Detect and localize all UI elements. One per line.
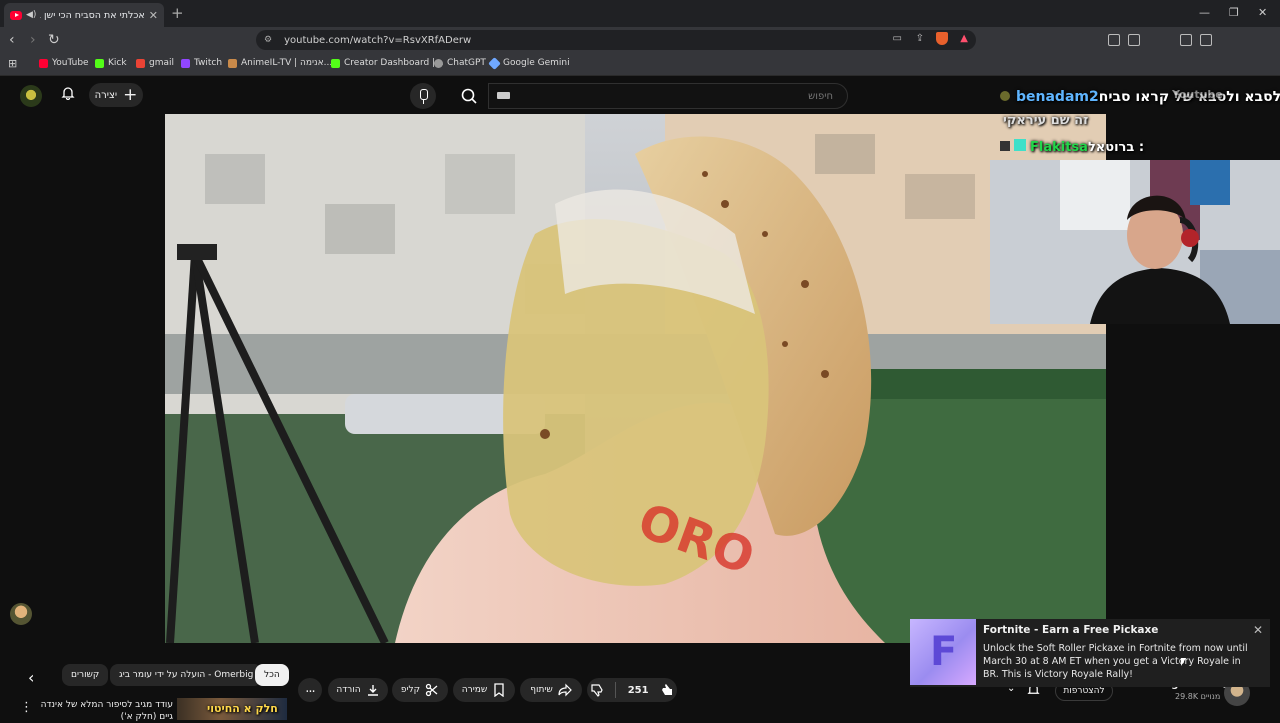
subscriber-count: 29.8K מנויים — [1175, 692, 1221, 701]
bookmark-gmail[interactable]: gmail — [136, 58, 174, 68]
video-player[interactable]: ORO — [165, 114, 1106, 643]
chat-user-avatar-icon — [1000, 91, 1010, 101]
chat-message: Flakitsaברוטאל : — [1000, 139, 1144, 155]
chat-text: ברוטאל : — [1087, 140, 1145, 155]
save-label: שמירה — [461, 685, 488, 695]
mouse-cursor-icon — [1181, 658, 1186, 666]
bookmarks-bar: ⊞ YouTube Kick gmail Twitch AnimeIL-TV |… — [0, 53, 1280, 76]
save-button[interactable]: שמירה — [453, 678, 515, 702]
chip-all[interactable]: הכל — [255, 664, 289, 686]
scissors-icon — [425, 683, 438, 697]
bookmark-creator-dashboard[interactable]: Creator Dashboard |... — [331, 58, 444, 68]
share-icon — [558, 683, 572, 697]
restore-icon[interactable]: ❐ — [1229, 6, 1239, 19]
recommendation-menu-icon[interactable]: ⋮ — [20, 700, 33, 715]
chat-username: benadam2 — [1016, 89, 1099, 105]
chat-badge-icon — [1014, 139, 1026, 151]
king-avatar-icon — [10, 603, 32, 625]
browser-tab[interactable]: ◀) אכלתי את הסביח הכי ישן ביוט ✕ — [4, 3, 164, 27]
share-page-icon[interactable]: ⇪ — [916, 33, 924, 44]
toast-body: Unlock the Soft Roller Pickaxe in Fortni… — [983, 643, 1248, 680]
close-window-icon[interactable]: ✕ — [1258, 6, 1267, 19]
user-avatar[interactable] — [20, 85, 42, 107]
address-bar[interactable]: ⚙ youtube.com/watch?v=RsvXRfADerw ▭ ⇪ ▲ — [256, 30, 976, 50]
video-frame-sabich: ORO — [165, 114, 1106, 643]
brave-shield-icon[interactable] — [936, 32, 948, 45]
extension-icon[interactable] — [1128, 34, 1140, 46]
recommended-video-title[interactable]: עודד מגיב לסיפור המלא של אינדה גיים (חלק… — [38, 699, 173, 723]
chat-badge-icon — [1000, 141, 1010, 151]
fortnite-logo-icon: F — [910, 619, 976, 685]
thumbnail-caption: חלק א החיטוי — [207, 702, 278, 715]
youtube-favicon-icon — [10, 10, 22, 20]
search-input[interactable] — [489, 84, 847, 109]
search-icon[interactable] — [450, 83, 488, 109]
extension-icon[interactable] — [1108, 34, 1120, 46]
recommended-video-thumbnail[interactable]: חלק א החיטוי — [177, 698, 287, 720]
keyboard-icon[interactable] — [497, 92, 510, 99]
like-icon[interactable] — [660, 683, 674, 697]
clip-button[interactable]: קליפ — [392, 678, 448, 702]
streamer-webcam — [990, 160, 1280, 324]
bookmark-kick[interactable]: Kick — [95, 58, 127, 68]
youtube-watermark: Youtube — [1172, 88, 1223, 101]
download-label: הורדה — [336, 685, 361, 695]
bookmark-animeil[interactable]: AnimeIL-TV | אנימה... — [228, 58, 332, 68]
minimize-icon[interactable]: — — [1199, 6, 1210, 19]
like-divider — [615, 682, 617, 698]
back-icon[interactable]: ‹ — [9, 32, 15, 48]
plus-icon: + — [123, 84, 138, 105]
forward-icon[interactable]: › — [30, 32, 36, 48]
brave-rewards-icon[interactable]: ▲ — [960, 33, 968, 44]
bookmark-chatgpt[interactable]: ChatGPT — [434, 58, 486, 68]
new-tab-icon[interactable]: + — [171, 4, 184, 22]
download-button[interactable]: הורדה — [328, 678, 388, 702]
close-icon[interactable]: ✕ — [1253, 623, 1263, 637]
close-tab-icon[interactable]: ✕ — [149, 9, 158, 22]
clip-label: קליפ — [400, 685, 421, 695]
notifications-bell-icon[interactable] — [61, 86, 75, 100]
cast-icon[interactable]: ▭ — [893, 33, 902, 44]
create-button[interactable]: יצירה + — [89, 83, 143, 107]
wallet-icon[interactable] — [1200, 34, 1212, 46]
chip-uploaded-by[interactable]: הועלה על ידי עומר ביג - Omerbig — [110, 664, 263, 686]
chat-message: benadam2לסבא ולסבא של קראו סביח : — [1000, 89, 1280, 105]
more-actions-button[interactable]: ... — [298, 678, 322, 702]
share-label: שיתוף — [530, 685, 553, 695]
url-text: youtube.com/watch?v=RsvXRfADerw — [284, 34, 472, 46]
chat-message: זה שם עיראקי — [1003, 113, 1089, 128]
dislike-icon[interactable] — [590, 683, 604, 697]
chip-related[interactable]: קשורים — [62, 664, 109, 686]
save-bookmark-icon — [494, 683, 504, 697]
create-label: יצירה — [94, 89, 118, 101]
browser-tab-bar: ◀) אכלתי את הסביח הכי ישן ביוט ✕ + — ❐ ✕ — [0, 0, 1280, 27]
toast-title: Fortnite - Earn a Free Pickaxe — [983, 624, 1159, 636]
bookmark-gemini[interactable]: Google Gemini — [488, 56, 570, 70]
bookmark-twitch[interactable]: Twitch — [181, 58, 222, 68]
like-dislike-group: 251 — [587, 678, 677, 702]
speaker-icon[interactable]: ◀) — [26, 10, 36, 20]
like-count: 251 — [627, 684, 649, 696]
fortnite-letter: F — [930, 629, 958, 675]
site-info-icon[interactable]: ⚙ — [264, 35, 272, 45]
search-field[interactable] — [488, 83, 848, 109]
chips-prev-arrow-icon[interactable]: ‹ — [28, 668, 34, 687]
chat-username: Flakitsa — [1030, 140, 1088, 155]
notification-toast[interactable]: F Fortnite - Earn a Free Pickaxe Unlock … — [910, 619, 1270, 687]
reload-icon[interactable]: ↻ — [48, 32, 60, 48]
share-button[interactable]: שיתוף — [520, 678, 582, 702]
bookmark-youtube[interactable]: YouTube — [39, 58, 89, 68]
browser-nav-bar: ‹ › ↻ ⚙ youtube.com/watch?v=RsvXRfADerw … — [0, 27, 1280, 73]
tab-title: אכלתי את הסביח הכי ישן ביוט — [40, 9, 145, 21]
apps-grid-icon[interactable]: ⊞ — [8, 57, 17, 70]
sidebar-icon[interactable] — [1180, 34, 1192, 46]
voice-search-mic-icon[interactable] — [410, 83, 436, 109]
webcam-frame — [990, 160, 1280, 324]
download-icon — [367, 685, 378, 696]
